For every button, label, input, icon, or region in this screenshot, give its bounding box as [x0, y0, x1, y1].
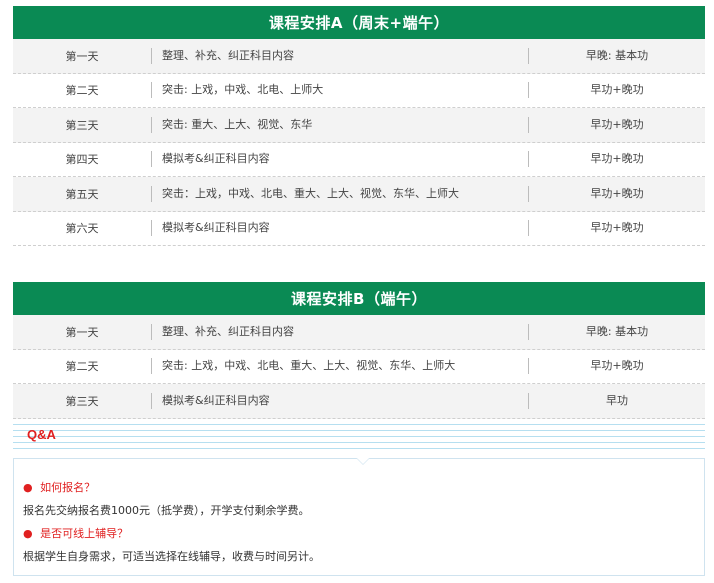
qa-divider-line [13, 442, 705, 443]
table-row: 第二天 突击: 上戏，中戏、北电、上师大 早功+晚功 [13, 73, 705, 108]
content-cell: 模拟考&纠正科目内容 [151, 392, 528, 409]
content-cell: 整理、补充、纠正科目内容 [151, 323, 528, 340]
table-row: 第五天 突击：上戏，中戏、北电、重大、上大、视觉、东华、上师大 早功+晚功 [13, 177, 705, 212]
table-row: 第一天 整理、补充、纠正科目内容 早晚: 基本功 [13, 39, 705, 74]
qa-answer: 根据学生自身需求，可适当选择在线辅导，收费与时间另计。 [23, 550, 320, 563]
time-cell: 早功+晚功 [528, 82, 705, 99]
qa-question: ● 是否可线上辅导？ [23, 525, 128, 541]
time-cell: 早功+晚功 [528, 220, 705, 237]
qa-answer: 报名先交纳报名费1000元（抵学费），开学支付剩余学费。 [23, 504, 310, 517]
qa-question-text: 如何报名？ [40, 481, 96, 494]
schedule-a-rows: 第一天 整理、补充、纠正科目内容 早晚: 基本功 第二天 突击: 上戏，中戏、北… [13, 39, 705, 246]
schedule-a-table: 课程安排A（周末+端午） 第一天 整理、补充、纠正科目内容 早晚: 基本功 第二… [13, 6, 705, 246]
time-cell: 早晚: 基本功 [528, 323, 705, 340]
time-cell: 早功 [528, 392, 705, 409]
content-cell: 突击: 上戏，中戏、北电、上师大 [151, 82, 528, 99]
day-cell: 第一天 [65, 49, 99, 63]
day-cell: 第三天 [65, 118, 99, 132]
day-cell: 第四天 [65, 153, 99, 167]
bullet-icon: ● [23, 481, 33, 494]
bullet-icon: ● [23, 527, 33, 540]
content-cell: 突击: 上戏，中戏、北电、重大、上大、视觉、东华、上师大 [151, 358, 528, 375]
qa-divider-line [13, 424, 705, 425]
table-row: 第四天 模拟考&纠正科目内容 早功+晚功 [13, 142, 705, 177]
qa-question-text: 是否可线上辅导？ [40, 527, 129, 540]
schedule-b-rows: 第一天 整理、补充、纠正科目内容 早晚: 基本功 第二天 突击: 上戏，中戏、北… [13, 315, 705, 419]
table-row: 第一天 整理、补充、纠正科目内容 早晚: 基本功 [13, 315, 705, 350]
qa-divider-line [13, 430, 705, 431]
day-cell: 第一天 [65, 325, 99, 339]
content-cell: 突击: 重大、上大、视觉、东华 [151, 116, 528, 133]
qa-header-bar: Q&A [13, 424, 705, 450]
table-row: 第三天 突击: 重大、上大、视觉、东华 早功+晚功 [13, 108, 705, 143]
time-cell: 早功+晚功 [528, 116, 705, 133]
qa-divider-line [13, 436, 705, 437]
day-cell: 第三天 [65, 394, 99, 408]
time-cell: 早晚: 基本功 [528, 47, 705, 64]
time-cell: 早功+晚功 [528, 151, 705, 168]
qa-content-box: ● 如何报名？ 报名先交纳报名费1000元（抵学费），开学支付剩余学费。 ● 是… [13, 458, 705, 576]
schedule-b-table: 课程安排B（端午） 第一天 整理、补充、纠正科目内容 早晚: 基本功 第二天 突… [13, 282, 705, 419]
qa-notch-inner [357, 458, 369, 464]
table-row: 第三天 模拟考&纠正科目内容 早功 [13, 384, 705, 419]
table-row: 第二天 突击: 上戏，中戏、北电、重大、上大、视觉、东华、上师大 早功+晚功 [13, 349, 705, 384]
content-cell: 模拟考&纠正科目内容 [151, 151, 528, 168]
qa-title: Q&A [27, 427, 56, 442]
time-cell: 早功+晚功 [528, 185, 705, 202]
day-cell: 第二天 [65, 84, 99, 98]
time-cell: 早功+晚功 [528, 358, 705, 375]
content-cell: 突击：上戏，中戏、北电、重大、上大、视觉、东华、上师大 [151, 185, 528, 202]
day-cell: 第二天 [65, 360, 99, 374]
day-cell: 第六天 [65, 222, 99, 236]
schedule-b-title: 课程安排B（端午） [13, 282, 705, 315]
day-cell: 第五天 [65, 187, 99, 201]
content-cell: 模拟考&纠正科目内容 [151, 220, 528, 237]
qa-divider-line [13, 448, 705, 449]
table-row: 第六天 模拟考&纠正科目内容 早功+晚功 [13, 211, 705, 246]
qa-question: ● 如何报名？ [23, 479, 95, 495]
schedule-a-title: 课程安排A（周末+端午） [13, 6, 705, 39]
content-cell: 整理、补充、纠正科目内容 [151, 47, 528, 64]
